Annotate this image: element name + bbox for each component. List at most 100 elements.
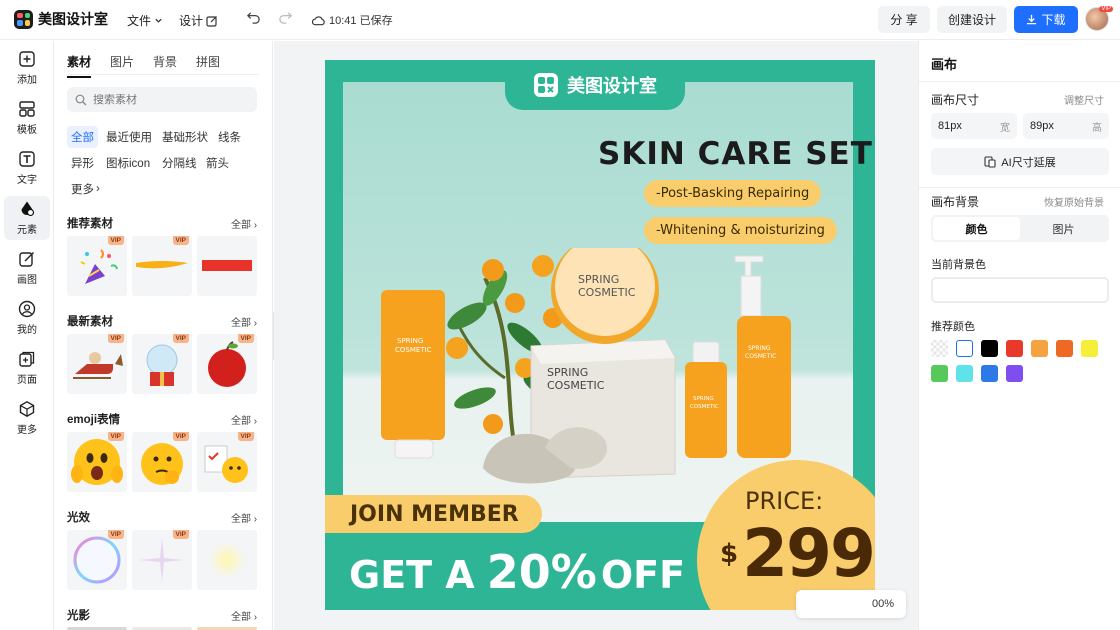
material-item[interactable]: VIP [67,432,127,492]
color-swatch[interactable] [1006,365,1023,382]
canvas-width-field[interactable]: 81px 宽 [931,113,1017,139]
color-swatch[interactable] [956,365,973,382]
design-price-label[interactable]: PRICE: [745,487,823,515]
design-pill-whitening[interactable]: -Whitening & moisturizing [644,217,837,244]
design-brand-tab[interactable]: 美图设计室 [505,60,685,110]
checklist-emoji-icon [204,445,248,483]
chip-icons[interactable]: 图标icon [102,152,154,174]
section-all-link[interactable]: 全部 › [231,314,257,329]
nav-draw[interactable]: 画图 [4,246,50,290]
vip-badge: VIP [1099,6,1113,12]
sleigh-icon [73,352,123,379]
color-swatch[interactable] [1056,340,1073,357]
nav-text[interactable]: 文字 [4,146,50,190]
color-swatch[interactable] [956,340,973,357]
adjust-size-link[interactable]: 调整尺寸 [1064,92,1104,107]
nav-label: 添加 [17,75,37,86]
material-panel: 素材 图片 背景 拼图 全部 最近使用 基础形状 线条 异形 图标icon 分隔… [55,41,273,630]
material-item[interactable] [197,530,257,590]
material-item[interactable]: VIP [197,432,257,492]
tab-collage[interactable]: 拼图 [196,53,220,74]
nav-add[interactable]: 添加 [4,46,50,90]
chip-irregular[interactable]: 异形 [67,152,98,174]
all-label: 全部 [231,612,251,623]
width-unit: 宽 [1000,122,1010,134]
width-value: 81px [938,120,962,132]
color-swatch[interactable] [931,365,948,382]
material-item[interactable]: VIP [67,236,127,296]
redo-icon[interactable] [275,10,295,30]
color-swatch[interactable] [981,340,998,357]
chip-more[interactable]: 更多 › [67,178,104,200]
chip-dividers[interactable]: 分隔线 [158,152,201,174]
avatar[interactable]: VIP [1085,6,1113,31]
design-pill-repair[interactable]: -Post-Basking Repairing [644,180,822,207]
design-menu[interactable]: 设计 [179,12,218,29]
plus-square-icon [19,51,35,67]
page-add-icon [19,351,35,367]
ai-extend-button[interactable]: AI尺寸延展 [931,148,1109,175]
material-item[interactable] [197,236,257,296]
nav-page[interactable]: 页面 [4,346,50,390]
vip-badge: VIP [172,236,189,245]
material-item[interactable]: VIP [67,334,127,394]
section-all-link[interactable]: 全部 › [231,608,257,623]
nav-elements[interactable]: 元素 [4,196,50,240]
material-item[interactable]: VIP [132,530,192,590]
section-all-link[interactable]: 全部 › [231,510,257,525]
material-item[interactable]: VIP [132,334,192,394]
search-icon [75,94,87,105]
template-grid-icon [19,101,35,117]
chevron-right-icon: › [96,183,100,195]
section-all-link[interactable]: 全部 › [231,412,257,427]
chip-recent[interactable]: 最近使用 [102,126,156,148]
seg-image[interactable]: 图片 [1020,217,1107,240]
text-icon [19,151,35,167]
tab-images[interactable]: 图片 [110,53,134,74]
create-design-button[interactable]: 创建设计 [937,6,1007,33]
cube-icon [19,400,35,418]
nav-more[interactable]: 更多 [4,396,50,440]
color-swatch[interactable] [1006,340,1023,357]
seg-color[interactable]: 颜色 [933,217,1020,240]
tab-materials[interactable]: 素材 [67,53,92,78]
design-menu-label: 设计 [179,14,204,28]
design-headline[interactable]: SKIN CARE SET [598,136,873,172]
color-swatch[interactable] [931,340,948,357]
zoom-indicator[interactable]: 00% [796,590,906,618]
design-offer[interactable]: GET A 20% OFF [349,545,685,599]
file-menu[interactable]: 文件 [127,12,163,29]
tab-backgrounds[interactable]: 背景 [153,53,177,74]
chip-basic-shapes[interactable]: 基础形状 [158,126,212,148]
color-swatch[interactable] [1031,340,1048,357]
undo-icon[interactable] [243,10,263,30]
material-item[interactable]: VIP [132,432,192,492]
current-color-box[interactable] [931,277,1109,303]
color-swatch[interactable] [981,365,998,382]
design-canvas[interactable]: 美图设计室 SKIN CARE SET -Post-Basking Repair… [325,60,875,610]
divider [919,187,1120,188]
canvas-height-field[interactable]: 89px 高 [1023,113,1109,139]
search-box[interactable] [67,87,257,112]
chip-lines[interactable]: 线条 [214,126,245,148]
design-join-member[interactable]: JOIN MEMBER [325,495,542,533]
product-illustration[interactable]: SPRING COSMETIC SPRING COSMETIC SPRING C… [375,248,835,488]
color-swatch[interactable] [1081,340,1098,357]
nav-mine[interactable]: 我的 [4,296,50,340]
chip-arrows[interactable]: 箭头 [202,152,233,174]
all-label: 全部 [231,220,251,231]
section-all-link[interactable]: 全部 › [231,216,257,231]
shapes-icon [21,201,35,217]
search-input[interactable] [93,93,243,106]
material-item[interactable]: VIP [67,530,127,590]
share-button[interactable]: 分 享 [878,6,930,33]
chip-all[interactable]: 全部 [67,126,98,148]
download-button[interactable]: 下载 [1014,6,1078,33]
material-item[interactable]: VIP [132,236,192,296]
save-status-text: 10:41 已保存 [329,15,393,27]
design-price[interactable]: $ 299 [720,515,875,592]
nav-template[interactable]: 模板 [4,96,50,140]
material-item[interactable]: VIP [197,334,257,394]
reset-bg-link[interactable]: 恢复原始背景 [1044,194,1104,209]
app-logo[interactable]: 美图设计室 [14,9,108,29]
